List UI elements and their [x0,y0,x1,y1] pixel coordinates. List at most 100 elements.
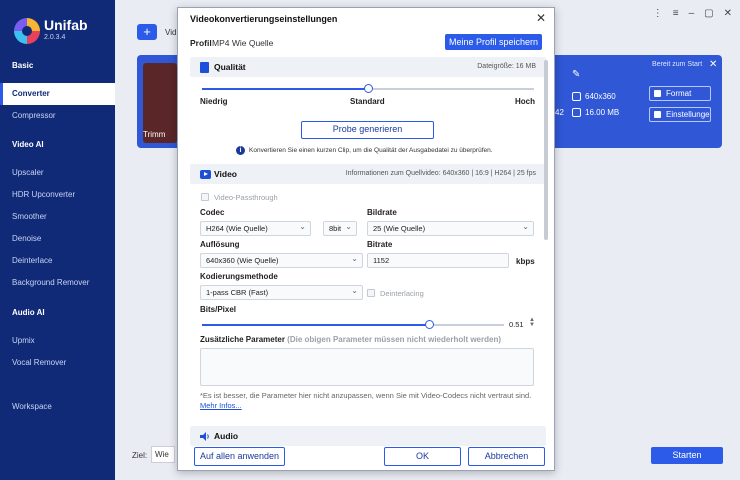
destination-label: Ziel: [132,451,148,460]
app-name: Unifab [44,17,88,33]
save-profile-button[interactable]: Meine Profil speichern [445,34,542,50]
sidebar-section-basic: Basic [12,61,34,70]
additional-params-hint: (Die obigen Parameter müssen nicht wiede… [287,335,501,344]
bit-depth-select[interactable]: 8bit [323,220,357,236]
info-icon: i [236,146,245,155]
app-version: 2.0.3.4 [44,34,66,41]
edit-icon[interactable]: ✎ [572,69,580,80]
quality-slider[interactable] [202,84,534,93]
apply-to-all-button[interactable]: Auf allen anwenden [194,447,285,466]
audio-title: Audio [214,431,239,441]
more-info-link[interactable]: Mehr Infos... [200,401,242,410]
sidebar-item-upmix[interactable]: Upmix [0,330,115,352]
cancel-button[interactable]: Abbrechen [468,447,545,466]
sidebar-section-video-ai: Video AI [12,140,44,149]
resolution-select[interactable]: 640x360 (Wie Quelle) [200,252,363,268]
dialog-title: Videokonvertierungseinstellungen [190,14,338,24]
sidebar-item-vocal-remover[interactable]: Vocal Remover [0,352,115,374]
output-size: 16.00 MB [585,108,620,117]
sidebar-item-background-remover[interactable]: Background Remover [0,272,115,294]
params-note: *Es ist besser, die Parameter hier nicht… [200,391,540,410]
resolution-icon [572,92,581,101]
sidebar-item-smoother[interactable]: Smoother [0,206,115,228]
codec-label: Codec [200,208,225,217]
bitrate-unit: kbps [516,257,535,266]
format-button[interactable]: Format [649,86,711,101]
sidebar-section-audio-ai: Audio AI [12,308,45,317]
sidebar: Unifab 2.0.3.4 Basic Converter Compresso… [0,0,115,480]
dialog-close-icon[interactable]: ✕ [536,11,546,25]
encoding-label: Kodierungsmethode [200,272,278,281]
sidebar-item-deinterlace[interactable]: Deinterlace [0,250,115,272]
maximize-icon[interactable]: ▢ [704,8,713,19]
bits-per-pixel-label: Bits/Pixel [200,305,237,314]
encoding-select[interactable]: 1-pass CBR (Fast) [200,284,363,300]
bits-per-pixel-stepper-icon[interactable]: ▲ ▼ [529,317,535,328]
file-size-info: Dateigröße: 16 MB [477,63,536,70]
passthrough-checkbox[interactable] [201,193,209,201]
codec-select[interactable]: H264 (Wie Quelle) [200,220,311,236]
sidebar-item-workspace[interactable]: Workspace [0,396,115,418]
resolution-label: Auflösung [200,240,240,249]
file-icon [200,62,209,73]
close-icon[interactable]: ✕ [724,8,732,19]
quality-low-label: Niedrig [200,97,228,106]
minimize-icon[interactable]: – [689,8,695,19]
unifab-logo-icon [14,18,40,44]
source-video-info: Informationen zum Quellvideo: 640x360 | … [345,170,536,177]
passthrough-label: Video-Passthrough [214,193,278,202]
window-controls: ⋮ ≡ – ▢ ✕ [653,8,732,19]
speaker-icon [200,432,210,441]
deinterlace-label: Deinterlacing [380,289,424,298]
additional-params-label: Zusätzliche Parameter (Die obigen Parame… [200,335,501,344]
additional-params-title: Zusätzliche Parameter [200,335,285,344]
video-settings-dialog: Videokonvertierungseinstellungen ✕ Profi… [177,7,555,471]
bits-per-pixel-slider-fill [202,324,429,326]
framerate-select[interactable]: 25 (Wie Quelle) [367,220,534,236]
filesize-icon [572,108,581,117]
ready-status: Bereit zum Start [652,61,703,68]
video-title: Video [214,169,237,179]
start-button[interactable]: Starten [651,447,723,464]
bits-per-pixel-slider[interactable] [202,320,504,329]
generate-sample-button[interactable]: Probe generieren [301,121,434,139]
params-note-text: *Es ist besser, die Parameter hier nicht… [200,391,532,400]
deinterlace-checkbox[interactable] [367,289,375,297]
app-window: Unifab 2.0.3.4 Basic Converter Compresso… [0,0,740,480]
sample-info-text: Konvertieren Sie einen kurzen Clip, um d… [249,147,493,154]
video-section-header: Video Informationen zum Quellvideo: 640x… [190,164,546,184]
quality-high-label: Hoch [515,97,535,106]
bitrate-label: Bitrate [367,240,393,249]
framerate-label: Bildrate [367,208,397,217]
menu-icon[interactable]: ≡ [673,8,679,19]
sidebar-item-denoise[interactable]: Denoise [0,228,115,250]
ok-button[interactable]: OK [384,447,461,466]
sidebar-item-compressor[interactable]: Compressor [0,105,115,127]
bits-per-pixel-slider-thumb[interactable] [424,320,434,329]
quality-standard-label: Standard [350,97,385,106]
card-close-icon[interactable]: ✕ [709,59,717,70]
add-video-button[interactable]: + [137,24,157,40]
quality-section-header: Qualität Dateigröße: 16 MB [190,57,546,77]
quality-title: Qualität [214,62,246,72]
settings-icon[interactable]: ⋮ [653,8,663,19]
audio-section-header: Audio [190,426,546,446]
destination-select[interactable]: Wie Q [151,446,175,463]
sidebar-item-hdr-upconverter[interactable]: HDR Upconverter [0,184,115,206]
trim-label[interactable]: Trimm [143,130,165,139]
dialog-scrollbar[interactable] [544,60,548,240]
settings-button[interactable]: Einstellunge [649,107,711,122]
add-video-label: Vid [165,28,177,37]
bitrate-input[interactable]: 1152 [367,253,509,268]
output-resolution: 640x360 [585,92,616,101]
video-icon [200,170,211,179]
bits-per-pixel-value[interactable]: 0.51 [509,320,524,329]
quality-slider-fill [202,88,368,90]
profile-label: Profil [190,38,212,48]
partial-number: 42 [555,108,564,117]
profile-value: MP4 Wie Quelle [212,38,274,48]
quality-slider-thumb[interactable] [364,84,373,93]
sidebar-item-upscaler[interactable]: Upscaler [0,162,115,184]
sidebar-item-converter[interactable]: Converter [0,83,115,105]
additional-params-input[interactable] [200,348,534,386]
